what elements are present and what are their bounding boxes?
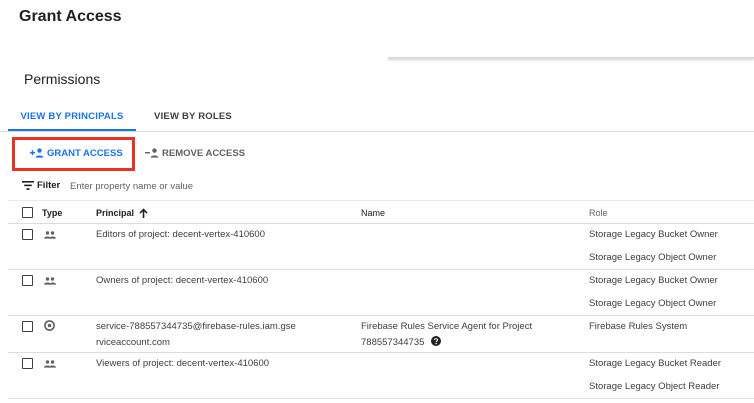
column-header-principal[interactable]: Principal [96, 208, 148, 218]
column-header-type: Type [42, 208, 63, 218]
table-row[interactable]: service-788557344735@firebase-rules.iam.… [8, 316, 754, 353]
role-cell: Storage Legacy Bucket Owner Storage Lega… [589, 273, 754, 319]
help-icon[interactable] [431, 336, 442, 347]
principal-cell: service-788557344735@firebase-rules.iam.… [96, 321, 296, 348]
column-header-principal-label: Principal [96, 208, 135, 218]
group-icon [44, 358, 56, 374]
filter-bar: Filter [0, 176, 754, 198]
remove-person-icon [145, 148, 159, 158]
role-cell: Storage Legacy Bucket Owner Storage Lega… [589, 227, 754, 273]
name-cell: Firebase Rules Service Agent for Project… [361, 319, 571, 351]
principal-cell: Viewers of project: decent-vertex-410600 [96, 358, 270, 369]
role-item: Storage Legacy Object Reader [589, 381, 720, 392]
principal-cell: Editors of project: decent-vertex-410600 [96, 229, 265, 240]
role-item: Storage Legacy Bucket Reader [589, 358, 722, 369]
column-header-role: Role [589, 208, 608, 218]
tab-view-by-roles[interactable]: VIEW BY ROLES [145, 100, 241, 131]
name-text: Firebase Rules Service Agent for Project… [361, 321, 533, 348]
role-cell: Storage Legacy Bucket Reader Storage Leg… [589, 356, 754, 402]
row-checkbox[interactable] [22, 229, 33, 240]
column-header-name: Name [361, 208, 386, 218]
remove-access-label: REMOVE ACCESS [162, 147, 246, 159]
row-checkbox[interactable] [22, 275, 33, 286]
filter-label: Filter [37, 180, 61, 191]
grant-access-button[interactable]: GRANT ACCESS [30, 146, 123, 160]
filter-input[interactable] [70, 178, 370, 194]
service-account-icon [44, 320, 55, 337]
role-cell: Firebase Rules System [589, 319, 754, 342]
section-title: Permissions [24, 71, 101, 87]
filter-icon [22, 181, 34, 190]
row-checkbox[interactable] [22, 321, 33, 332]
select-all-checkbox[interactable] [22, 207, 33, 218]
role-item: Firebase Rules System [589, 321, 688, 332]
role-item: Storage Legacy Bucket Owner [589, 229, 718, 240]
tab-bar: VIEW BY PRINCIPALS VIEW BY ROLES [0, 100, 754, 132]
principal-cell: Owners of project: decent-vertex-410600 [96, 275, 269, 286]
group-icon [44, 229, 56, 245]
table-row[interactable]: Owners of project: decent-vertex-410600 … [8, 270, 754, 316]
role-item: Storage Legacy Bucket Owner [589, 275, 718, 286]
table-row[interactable]: Editors of project: decent-vertex-410600… [8, 224, 754, 270]
principals-table: Type Principal Name Role Editors of proj… [8, 200, 754, 399]
action-bar: GRANT ACCESS REMOVE ACCESS [0, 134, 754, 172]
header-divider [388, 57, 754, 59]
tab-view-by-principals[interactable]: VIEW BY PRINCIPALS [8, 100, 136, 131]
table-row[interactable]: Viewers of project: decent-vertex-410600… [8, 353, 754, 399]
row-checkbox[interactable] [22, 358, 33, 369]
group-icon [44, 275, 56, 291]
table-header: Type Principal Name Role [8, 200, 754, 224]
remove-access-button[interactable]: REMOVE ACCESS [145, 146, 245, 160]
page-title: Grant Access [19, 8, 122, 25]
arrow-up-icon [139, 208, 148, 218]
add-person-icon [30, 148, 44, 158]
page-header: Grant Access [0, 0, 754, 60]
grant-access-label: GRANT ACCESS [47, 147, 123, 159]
